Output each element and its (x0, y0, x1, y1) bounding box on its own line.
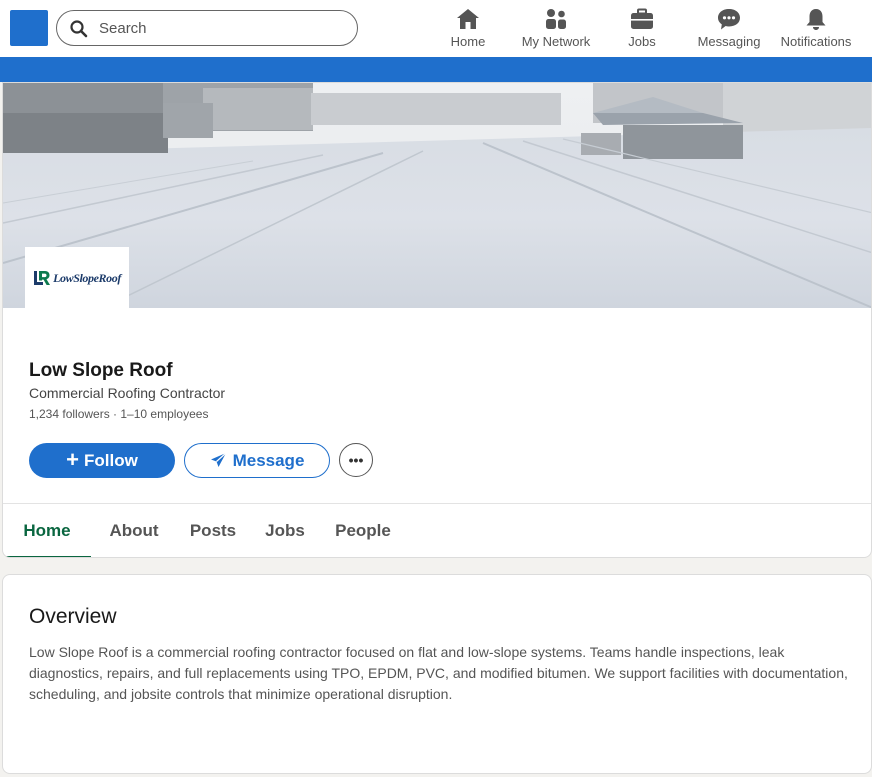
tab-home[interactable]: Home (3, 504, 91, 557)
cover-roof-illustration (3, 83, 871, 308)
notifications-icon (806, 9, 826, 30)
company-profile-card: LowSlopeRoof Low Slope Roof Commercial R… (2, 82, 872, 558)
jobs-icon (631, 8, 653, 29)
overview-card: Overview Low Slope Roof is a commercial … (2, 574, 872, 774)
global-nav: Home My Network Jobs Messaging Notificat… (438, 0, 851, 57)
overview-text: Low Slope Roof is a commercial roofing c… (29, 644, 848, 702)
send-icon (210, 452, 226, 467)
nav-home-label: Home (450, 34, 486, 49)
company-tagline: Commercial Roofing Contractor (29, 385, 226, 401)
tab-people[interactable]: People (321, 504, 405, 557)
plus-icon: + (66, 446, 80, 472)
nav-notifications[interactable]: Notifications (781, 0, 851, 57)
search-box[interactable] (56, 10, 358, 46)
lr-logo-icon (34, 271, 51, 285)
cover-image (3, 83, 871, 308)
page-tabs: Home About Posts Jobs People (3, 504, 405, 557)
tab-posts[interactable]: Posts (177, 504, 249, 557)
company-logo: LowSlopeRoof (25, 247, 129, 309)
brand-banner-strip (0, 57, 872, 82)
nav-my-network[interactable]: My Network (498, 0, 614, 57)
search-icon (70, 20, 88, 38)
nav-notifications-label: Notifications (780, 34, 852, 49)
message-button[interactable]: Message (184, 443, 330, 478)
nav-jobs-label: Jobs (628, 34, 656, 49)
search-input[interactable] (99, 17, 349, 39)
follow-button[interactable]: + Follow (29, 443, 175, 478)
company-meta: 1,234 followers · 1–10 employees (29, 407, 209, 421)
company-logo-mark: LowSlopeRoof (33, 270, 121, 286)
overview-title: Overview (29, 605, 117, 628)
home-icon (457, 9, 479, 29)
my-network-icon (546, 9, 566, 29)
message-button-label: Message (232, 450, 305, 470)
tab-about[interactable]: About (91, 504, 177, 557)
more-icon: ••• (348, 452, 364, 468)
tab-jobs[interactable]: Jobs (249, 504, 321, 557)
nav-home[interactable]: Home (438, 0, 498, 57)
nav-my-network-label: My Network (521, 34, 591, 49)
more-options-button[interactable]: ••• (339, 443, 373, 477)
messaging-icon (718, 9, 740, 30)
company-logo-text: LowSlopeRoof (53, 270, 121, 285)
nav-jobs[interactable]: Jobs (614, 0, 670, 57)
top-navigation-bar: Home My Network Jobs (0, 0, 872, 57)
company-name: Low Slope Roof (29, 360, 173, 381)
follow-button-label: Follow (84, 450, 138, 470)
app-logo[interactable] (10, 10, 48, 46)
nav-messaging[interactable]: Messaging (670, 0, 788, 57)
nav-messaging-label: Messaging (697, 34, 761, 49)
